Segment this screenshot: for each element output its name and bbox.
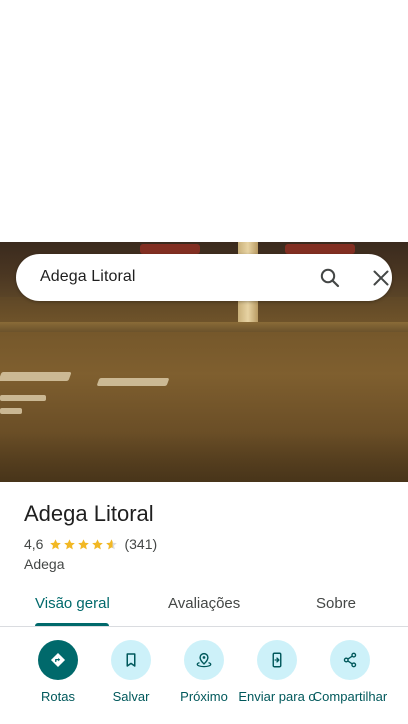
photo-light bbox=[285, 244, 355, 254]
photo-light bbox=[140, 244, 200, 254]
star-icon bbox=[92, 538, 104, 549]
share-button[interactable]: Compartilhar bbox=[310, 640, 390, 704]
place-category: Adega bbox=[24, 556, 65, 572]
rating-stars bbox=[49, 538, 119, 551]
tab-bar: Visão geral Avaliações Sobre bbox=[0, 584, 408, 627]
rating-value: 4,6 bbox=[24, 536, 44, 552]
save-button-circle[interactable] bbox=[111, 640, 151, 680]
search-icon[interactable] bbox=[318, 266, 342, 290]
rating-row[interactable]: 4,6 (341) bbox=[24, 535, 157, 553]
directions-button-circle[interactable] bbox=[38, 640, 78, 680]
tab-indicator bbox=[35, 623, 109, 626]
share-button-circle[interactable] bbox=[330, 640, 370, 680]
place-title: Adega Litoral bbox=[24, 501, 154, 526]
send-to-phone-button[interactable]: Enviar para o bbox=[237, 640, 317, 704]
photo-curb bbox=[0, 322, 408, 332]
directions-label: Rotas bbox=[41, 689, 75, 704]
tab-overview[interactable]: Visão geral bbox=[35, 595, 110, 612]
send-to-phone-button-circle[interactable] bbox=[257, 640, 297, 680]
search-bar[interactable]: Adega Litoral bbox=[16, 254, 392, 301]
save-button[interactable]: Salvar bbox=[91, 640, 171, 704]
directions-icon bbox=[50, 652, 66, 668]
tab-reviews[interactable]: Avaliações bbox=[168, 595, 240, 612]
directions-button[interactable]: Rotas bbox=[18, 640, 98, 704]
star-icon bbox=[78, 538, 90, 549]
bookmark-icon bbox=[126, 653, 136, 667]
share-label: Compartilhar bbox=[312, 689, 388, 704]
send-to-phone-icon bbox=[272, 652, 282, 668]
road-marking bbox=[0, 408, 22, 414]
star-icon bbox=[50, 538, 62, 549]
road-marking bbox=[0, 395, 46, 401]
close-icon[interactable] bbox=[369, 266, 393, 290]
nearby-label: Próximo bbox=[180, 689, 228, 704]
star-half-icon bbox=[106, 538, 118, 549]
share-icon bbox=[343, 652, 357, 668]
search-input[interactable]: Adega Litoral bbox=[40, 268, 136, 286]
save-label: Salvar bbox=[112, 689, 150, 704]
photo-shadow bbox=[0, 432, 408, 482]
road-marking bbox=[96, 378, 170, 386]
send-to-phone-label: Enviar para o bbox=[238, 689, 316, 704]
road-marking bbox=[0, 372, 72, 381]
review-count[interactable]: (341) bbox=[124, 536, 157, 552]
nearby-button-circle[interactable] bbox=[184, 640, 224, 680]
nearby-icon bbox=[196, 652, 212, 668]
nearby-button[interactable]: Próximo bbox=[164, 640, 244, 704]
tab-about[interactable]: Sobre bbox=[316, 595, 356, 612]
star-icon bbox=[64, 538, 76, 549]
